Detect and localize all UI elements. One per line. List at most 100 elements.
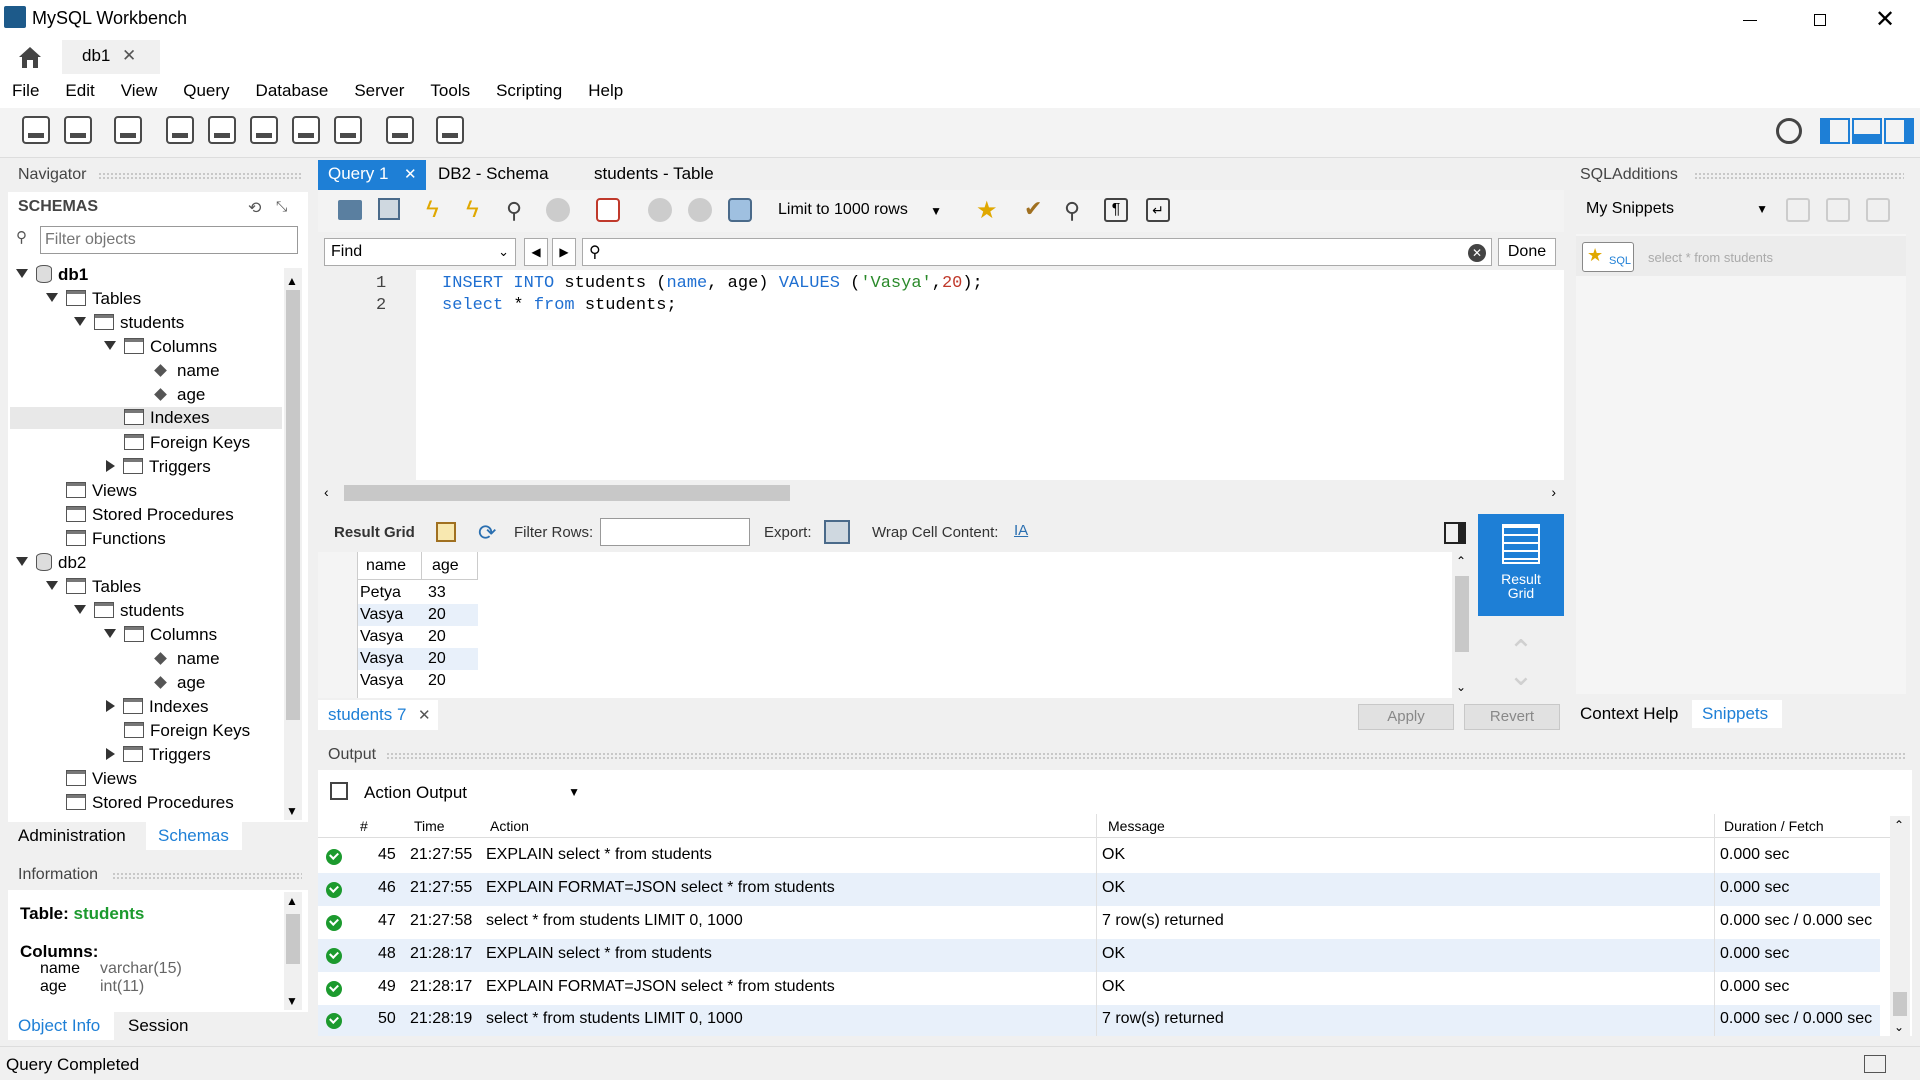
tree-db2-tables[interactable]: Tables [46,576,141,598]
tab-context-help[interactable]: Context Help [1580,704,1678,724]
grid-scrollbar[interactable]: ⌃ ⌄ [1452,552,1472,698]
find-input[interactable]: ⚲ [582,238,1492,266]
menu-server[interactable]: Server [354,81,404,101]
find-mode-select[interactable]: Find ⌄ [324,238,516,266]
tab-snippets[interactable]: Snippets [1692,700,1782,728]
close-tab-icon[interactable]: ✕ [404,165,417,183]
restore-button[interactable] [1805,8,1835,32]
replace-snippet-icon[interactable] [1826,198,1850,222]
inspector-icon[interactable] [114,116,142,144]
home-button[interactable] [16,44,44,70]
tree-db1-indexes[interactable]: Indexes [10,407,282,429]
info-scrollbar[interactable]: ▲ ▼ [284,892,302,1010]
tree-db2-foreign-keys[interactable]: Foreign Keys [124,720,250,742]
tree-db1-foreign-keys[interactable]: Foreign Keys [124,432,250,454]
output-row[interactable]: 45 21:27:55 EXPLAIN select * from students… [318,840,1880,873]
tree-db2-students[interactable]: students [74,600,184,622]
execute-snippet-icon[interactable] [1866,198,1890,222]
stop-icon[interactable] [546,198,570,222]
limit-rows-select[interactable]: Limit to 1000 rows ▼ [774,198,946,224]
close-tab-icon[interactable]: ✕ [418,706,431,724]
tree-db2-triggers[interactable]: Triggers [106,744,211,766]
grid-row[interactable]: Vasya 20 [358,626,478,648]
refresh-schemas-icon[interactable]: ⟲ [248,198,261,218]
editor-h-scrollbar[interactable]: ‹ › [318,482,1564,504]
find-previous-button[interactable]: ◀ [524,238,548,266]
result-tab[interactable]: students 7 ✕ [318,700,438,730]
toggle-error-icon[interactable] [596,198,620,222]
tab-query1[interactable]: Query 1 ✕ [318,160,426,190]
reconnect-icon[interactable] [436,116,464,144]
grid-row[interactable]: Petya 33 [358,582,478,604]
close-window-button[interactable]: ✕ [1870,6,1900,34]
open-sql-script-icon[interactable] [64,116,92,144]
sql-editor[interactable]: 1 2 INSERT INTO students (name, age) VAL… [318,270,1564,480]
output-row[interactable]: 49 21:28:17 EXPLAIN FORMAT=JSON select * f… [318,972,1880,1005]
tree-db1-columns[interactable]: Columns [104,336,217,358]
expand-icon[interactable] [74,605,86,614]
tree-db2-col-age[interactable]: age [154,672,205,694]
collapse-icon[interactable] [106,460,115,472]
grid-row[interactable]: Vasya 20 [358,648,478,670]
clear-find-icon[interactable]: ✕ [1468,244,1486,262]
sql-line-2[interactable]: select * from students; [442,296,677,315]
tree-db2-col-name[interactable]: name [154,648,220,670]
rollback-icon[interactable] [688,198,712,222]
export-icon[interactable] [824,520,850,544]
apply-button[interactable]: Apply [1358,704,1454,730]
tree-db1-views[interactable]: Views [66,480,137,502]
find-done-button[interactable]: Done [1498,238,1556,266]
wrap-icon[interactable]: IA [1014,522,1028,539]
tree-db1[interactable]: db1 [16,264,88,286]
tab-students-table[interactable]: students - Table [594,164,714,184]
snippets-select[interactable]: My Snippets ▼ [1580,196,1772,224]
toggle-secondary-sidebar-icon[interactable] [1884,118,1914,144]
output-mode-select[interactable]: Action Output ▼ [364,778,584,806]
minimize-button[interactable] [1735,8,1765,32]
expand-icon[interactable] [104,341,116,350]
tab-object-info[interactable]: Object Info [8,1012,114,1040]
commit-icon[interactable] [648,198,672,222]
tree-db2-columns[interactable]: Columns [104,624,217,646]
expand-icon[interactable] [16,269,28,278]
close-tab-icon[interactable]: ✕ [122,46,136,66]
tab-administration[interactable]: Administration [18,826,126,846]
status-panel-icon[interactable] [1864,1055,1886,1073]
expand-icon[interactable] [104,629,116,638]
grid-row[interactable]: Vasya 20 [358,604,478,626]
tree-db1-col-name[interactable]: name [154,360,220,382]
collapse-icon[interactable] [106,700,115,712]
add-snippet-icon[interactable]: ★ [976,196,998,225]
expand-icon[interactable] [74,317,86,326]
collapse-icon[interactable] [106,748,115,760]
result-grid-view-button[interactable]: Result Grid [1478,514,1564,616]
toggle-panel-icon[interactable] [1444,522,1466,544]
tree-db2[interactable]: db2 [16,552,86,574]
tree-db1-tables[interactable]: Tables [46,288,141,310]
save-file-icon[interactable] [378,198,400,220]
tab-db2-schema[interactable]: DB2 - Schema [438,164,549,184]
sql-line-1[interactable]: INSERT INTO students (name, age) VALUES … [442,274,983,293]
tree-db1-col-age[interactable]: age [154,384,205,406]
output-row[interactable]: 46 21:27:55 EXPLAIN FORMAT=JSON select * f… [318,873,1880,906]
create-view-icon[interactable] [250,116,278,144]
output-row[interactable]: 47 21:27:58 select * from students LIMIT 0… [318,906,1880,939]
toggle-output-icon[interactable] [1852,118,1882,144]
grid-view-icon[interactable] [436,522,456,542]
output-scrollbar[interactable]: ⌃ ⌄ [1890,816,1910,1036]
word-wrap-icon[interactable]: ↵ [1146,198,1170,222]
filter-objects-input[interactable] [40,226,298,254]
tree-db1-triggers[interactable]: Triggers [106,456,211,478]
menu-file[interactable]: File [12,81,39,101]
invisible-chars-icon[interactable]: ¶ [1104,198,1128,222]
open-file-icon[interactable] [338,200,362,220]
filter-rows-input[interactable] [600,518,750,546]
toggle-sidebar-icon[interactable] [1820,118,1850,144]
refresh-icon[interactable]: ⟳ [478,520,496,546]
tab-schemas[interactable]: Schemas [146,822,242,850]
tree-db2-stored-procedures[interactable]: Stored Procedures [66,792,234,814]
grid-row[interactable]: Vasya 20 [358,670,478,692]
tree-db2-indexes[interactable]: Indexes [106,696,209,718]
explain-icon[interactable]: ⚲ [506,198,522,224]
tree-db1-functions[interactable]: Functions [66,528,166,550]
